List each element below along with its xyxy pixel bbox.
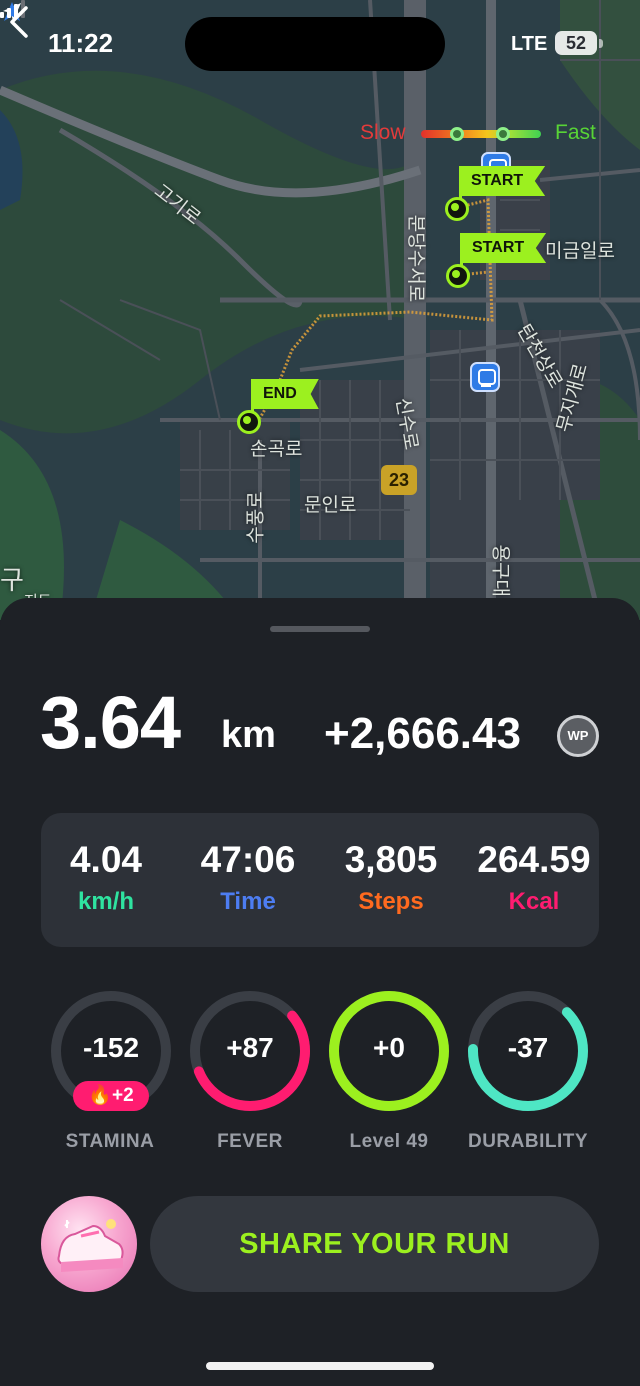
gauge-value: +0 bbox=[373, 1032, 405, 1063]
fire-icon: 🔥 bbox=[88, 1085, 112, 1106]
stat-steps: 3,805 Steps bbox=[321, 841, 461, 914]
district-label: 구 bbox=[0, 565, 24, 595]
level-gauge: +0 bbox=[328, 990, 450, 1112]
start-pin[interactable] bbox=[446, 264, 470, 288]
stat-label: Steps bbox=[358, 888, 424, 915]
road-label: 수풍로 bbox=[245, 491, 267, 544]
stat-value: 3,805 bbox=[344, 839, 438, 880]
sneaker-avatar[interactable] bbox=[41, 1196, 137, 1292]
wp-token-icon: WP bbox=[557, 715, 599, 757]
stat-kcal: 264.59 Kcal bbox=[464, 841, 604, 914]
status-bar: 11:22 LTE 52 bbox=[0, 0, 640, 90]
wp-badge-label: WP bbox=[567, 728, 589, 743]
drag-handle[interactable] bbox=[270, 626, 370, 632]
stat-label: km/h bbox=[77, 888, 134, 915]
points-earned: +2,666.43 bbox=[324, 709, 521, 758]
speed-gradient-bar bbox=[421, 130, 541, 138]
road-label: 손곡로 bbox=[250, 439, 303, 460]
gauge-label: DURABILITY bbox=[467, 1131, 589, 1152]
route-number: 23 bbox=[388, 470, 410, 490]
start-flag-label: START bbox=[471, 172, 524, 189]
dynamic-island bbox=[185, 17, 445, 71]
end-flag-label: END bbox=[263, 385, 297, 402]
distance-unit: km bbox=[221, 714, 276, 756]
gauge-label: FEVER bbox=[217, 1131, 283, 1152]
legend-marker-dot bbox=[450, 127, 464, 141]
legend-marker-dot bbox=[496, 127, 510, 141]
sneaker-icon bbox=[57, 1219, 124, 1272]
share-run-button[interactable]: SHARE YOUR RUN bbox=[150, 1196, 599, 1292]
stat-speed: 4.04 km/h bbox=[36, 841, 176, 914]
gauge-label: STAMINA bbox=[65, 1131, 155, 1152]
road-label: 문인로 bbox=[304, 495, 357, 516]
distance-value: 3.64 bbox=[40, 681, 181, 764]
end-pin[interactable] bbox=[237, 410, 261, 434]
stat-label: Kcal bbox=[508, 888, 560, 915]
stat-label: Time bbox=[220, 888, 276, 915]
end-flag: END bbox=[251, 379, 319, 409]
battery-tip bbox=[599, 39, 603, 48]
gauge-value: -152 bbox=[82, 1032, 140, 1063]
battery-level: 52 bbox=[565, 33, 587, 53]
back-chevron-icon[interactable] bbox=[0, 0, 44, 44]
map-canvas bbox=[0, 0, 640, 620]
stat-time: 47:06 Time bbox=[178, 841, 318, 914]
run-map[interactable]: 11:22 LTE 52 Slow Fast START START END 고… bbox=[0, 0, 640, 620]
gauge-value: -37 bbox=[507, 1032, 549, 1063]
start-pin[interactable] bbox=[445, 197, 469, 221]
gauge-label: Level 49 bbox=[349, 1131, 429, 1152]
home-indicator bbox=[206, 1362, 434, 1370]
start-flag-label: START bbox=[472, 239, 525, 256]
start-flag: START bbox=[460, 233, 547, 263]
stats-card: 4.04 km/h 47:06 Time 3,805 Steps 264.59 … bbox=[41, 813, 599, 947]
run-summary-panel: 3.64 km +2,666.43 WP 4.04 km/h 47:06 Tim… bbox=[0, 598, 640, 1386]
stat-value: 264.59 bbox=[477, 839, 591, 880]
durability-gauge: -37 bbox=[467, 990, 589, 1112]
stamina-boost-badge: 🔥+2 bbox=[73, 1081, 149, 1111]
road-label: 분당수서로 bbox=[405, 214, 427, 303]
start-flag: START bbox=[459, 166, 546, 196]
subway-station-icon[interactable] bbox=[470, 362, 500, 392]
stat-value: 4.04 bbox=[69, 839, 142, 880]
road-label: 미금일로 bbox=[545, 241, 615, 262]
stat-value: 47:06 bbox=[200, 839, 296, 880]
legend-slow-label: Slow bbox=[360, 121, 406, 144]
legend-fast-label: Fast bbox=[555, 121, 596, 144]
network-type: LTE bbox=[511, 33, 548, 55]
gauge-value: +87 bbox=[226, 1032, 274, 1063]
boost-value: +2 bbox=[112, 1085, 134, 1106]
route-shield: 23 bbox=[381, 465, 417, 495]
fever-gauge: +87 bbox=[189, 990, 311, 1112]
clock-time: 11:22 bbox=[48, 28, 114, 58]
battery-icon: 52 bbox=[555, 31, 597, 55]
